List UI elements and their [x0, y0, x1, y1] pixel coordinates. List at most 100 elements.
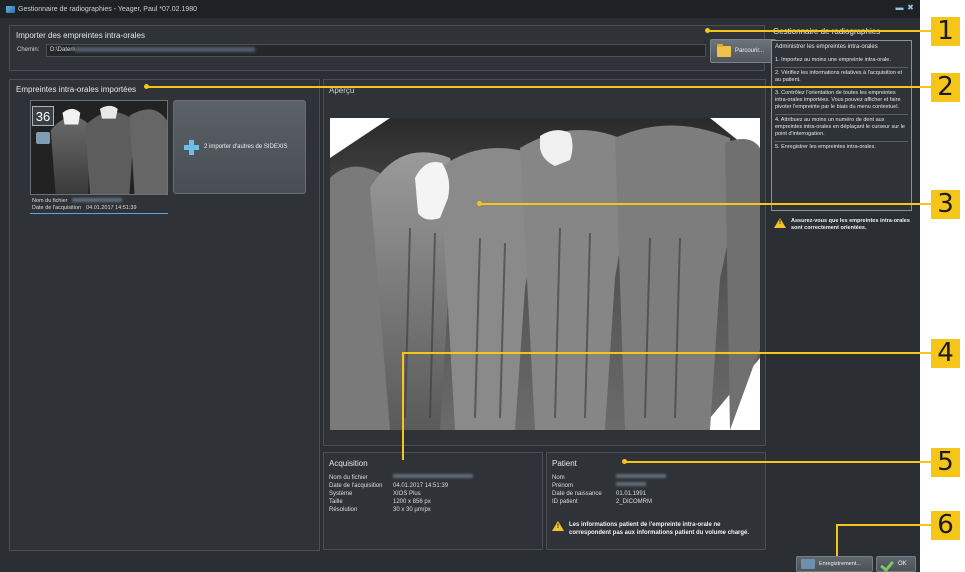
- close-icon[interactable]: ✖: [906, 3, 915, 12]
- import-other-label: 2 importer d'autres de SIDEXIS: [204, 144, 288, 150]
- callout-leader-6: [837, 524, 934, 526]
- folder-icon: [717, 43, 731, 57]
- thumbnail-meta: Nom du fichier Date de l'acquisition 04.0…: [32, 198, 137, 212]
- callout-leader-4: [403, 352, 934, 354]
- ok-button[interactable]: OK: [876, 556, 916, 572]
- callout-2: 2: [931, 73, 960, 102]
- steps-box: Administrer les empreintes intra-orales …: [771, 40, 912, 211]
- info-key: Nom du fichier: [329, 475, 368, 481]
- tooth-icon: [36, 132, 50, 144]
- info-value: 04.01.2017 14:51:39: [393, 483, 449, 489]
- help-sidebar: Gestionnaire de radiographies Administre…: [768, 23, 918, 553]
- info-row: Nom: [552, 474, 666, 482]
- info-value: 01.01.1991: [616, 491, 647, 497]
- minimize-icon[interactable]: ▬: [895, 3, 904, 12]
- path-redacted: [75, 47, 256, 52]
- tooth-number-badge[interactable]: 36: [32, 106, 54, 126]
- save-label: Enregistrement...: [819, 561, 861, 567]
- firstname-redacted: [616, 482, 646, 486]
- callout-6: 6: [931, 511, 960, 540]
- callout-leader-6-vertical: [836, 524, 838, 556]
- step-item: 5. Enregistrer les empreintes intra-oral…: [775, 144, 876, 150]
- info-key: Date de naissance: [552, 491, 602, 497]
- callout-dot-1: [705, 28, 710, 33]
- orientation-warning-text: Assurez-vous que les empreintes intra-or…: [791, 218, 910, 231]
- acquisition-date-value: 04.01.2017 14:51:39: [86, 205, 137, 211]
- plus-icon: [184, 139, 199, 155]
- step-item: 3. Contrôlez l'orientation de toutes les…: [775, 88, 908, 115]
- acquisition-panel: Acquisition Nom du fichier Date de l'acq…: [323, 452, 543, 550]
- callout-dot-3: [477, 201, 482, 206]
- import-title: Importer des empreintes intra-orales: [16, 31, 145, 40]
- callout-leader-4-vertical: [402, 352, 404, 460]
- callout-dot-5: [622, 459, 627, 464]
- callout-dot-2: [144, 84, 149, 89]
- patient-warning-text: Les informations patient de l'empreinte …: [569, 522, 750, 536]
- save-icon: [801, 559, 815, 569]
- preview-panel: Aperçu: [323, 79, 766, 446]
- step-item: 1. Importez au moins une empreinte intra…: [775, 55, 908, 68]
- info-row: Système XIOS Plus: [329, 490, 473, 498]
- callout-leader-5: [625, 461, 934, 463]
- info-row: Résolution 30 x 30 µm/px: [329, 506, 473, 514]
- imported-panel: Empreintes intra-orales importées 36 Nom…: [9, 79, 320, 551]
- info-key: Prénom: [552, 483, 574, 489]
- info-value: XIOS Plus: [393, 491, 421, 497]
- info-row: Date de naissance 01.01.1991: [552, 490, 666, 498]
- browse-button[interactable]: Parcourir...: [710, 39, 776, 63]
- imported-title: Empreintes intra-orales importées: [16, 85, 137, 94]
- info-row: Taille 1200 x 856 px: [329, 498, 473, 506]
- file-name-redacted: [393, 474, 473, 478]
- info-value: 2_DICOMRM: [616, 499, 653, 505]
- browse-label: Parcourir...: [735, 48, 765, 54]
- acquisition-title: Acquisition: [329, 459, 368, 468]
- patient-title: Patient: [552, 459, 577, 468]
- acquisition-info: Nom du fichier Date de l'acquisition 04.0…: [329, 474, 473, 514]
- file-name-label: Nom du fichier: [32, 198, 68, 204]
- info-value: 30 x 30 µm/px: [393, 507, 431, 513]
- path-value: D:\Daten\: [50, 47, 76, 54]
- callout-leader-2: [147, 86, 934, 88]
- app-icon: [6, 5, 15, 13]
- xray-preview[interactable]: [330, 118, 760, 430]
- acquisition-date-label: Date de l'acquisition: [32, 205, 82, 211]
- callout-3: 3: [931, 190, 960, 219]
- xray-image: [330, 118, 760, 430]
- bottom-bar: [0, 553, 920, 572]
- patient-panel: Patient Nom Prénom Date de naissance 01.0…: [546, 452, 766, 550]
- callout-5: 5: [931, 448, 960, 477]
- info-key: Résolution: [329, 507, 358, 513]
- info-row: Date de l'acquisition 04.01.2017 14:51:39: [329, 482, 473, 490]
- info-value: 1200 x 856 px: [393, 499, 431, 505]
- path-field[interactable]: D:\Daten\: [46, 44, 706, 57]
- patient-info: Nom Prénom Date de naissance 01.01.1991 I…: [552, 474, 666, 506]
- selection-underline: [30, 213, 168, 214]
- window-title: Gestionnaire de radiographies - Yeager, …: [18, 5, 198, 13]
- info-row: Nom du fichier: [329, 474, 473, 482]
- info-key: Nom: [552, 475, 565, 481]
- info-key: Taille: [329, 499, 343, 505]
- step-item: 2. Vérifiez les informations relatives à…: [775, 68, 908, 88]
- info-row: ID patient 2_DICOMRM: [552, 498, 666, 506]
- callout-1: 1: [931, 17, 960, 46]
- patient-warning: ! Les informations patient de l'empreint…: [552, 521, 764, 537]
- callout-leader-1: [708, 30, 934, 32]
- path-label: Chemin:: [17, 47, 40, 53]
- window-controls: ▬ ✖: [895, 3, 915, 12]
- import-panel: Importer des empreintes intra-orales Che…: [9, 25, 776, 71]
- callout-4: 4: [931, 339, 960, 368]
- save-button[interactable]: Enregistrement...: [796, 556, 873, 572]
- info-key: Système: [329, 491, 353, 497]
- info-key: Date de l'acquisition: [329, 483, 383, 489]
- warning-icon: !: [552, 521, 564, 531]
- title-bar: Gestionnaire de radiographies - Yeager, …: [0, 0, 920, 18]
- ok-label: OK: [898, 561, 907, 567]
- warning-icon: !: [774, 218, 786, 228]
- import-other-button[interactable]: 2 importer d'autres de SIDEXIS: [173, 100, 306, 194]
- orientation-warning: ! Assurez-vous que les empreintes intra-…: [774, 218, 914, 232]
- checkmark-icon: [882, 560, 894, 568]
- file-name-redacted: [72, 198, 123, 202]
- info-key: ID patient: [552, 499, 578, 505]
- steps-heading: Administrer les empreintes intra-orales: [775, 44, 878, 50]
- info-row: Prénom: [552, 482, 666, 490]
